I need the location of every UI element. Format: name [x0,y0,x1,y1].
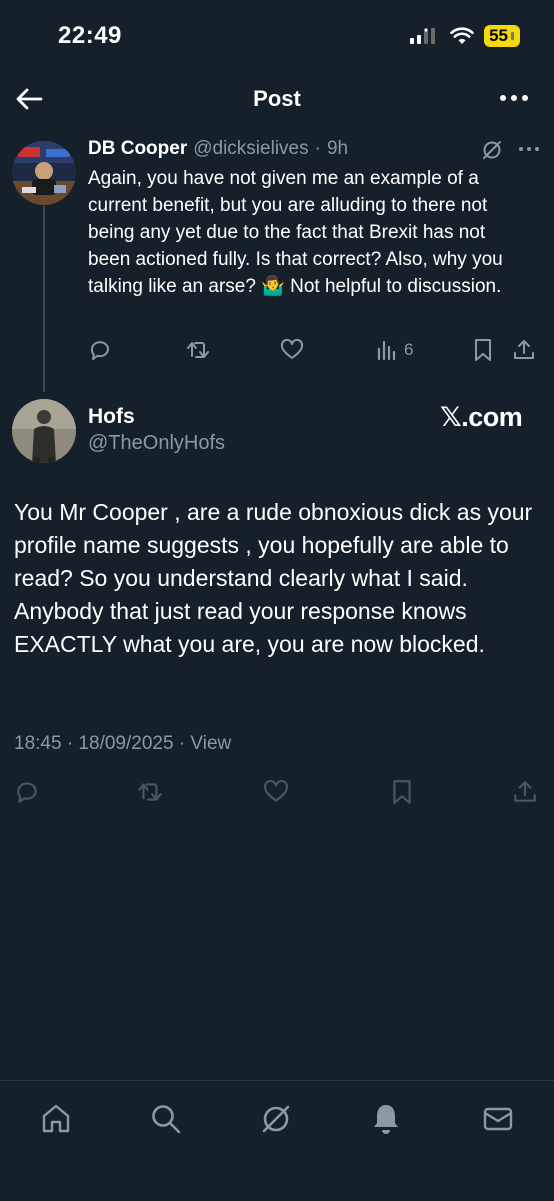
reply-header: DB Cooper @dicksielives · 9h [88,136,348,162]
share-icon [514,340,534,359]
repost-icon [138,783,162,801]
battery-nub [511,32,514,40]
reply-actions: 6 [88,338,538,364]
nav-search[interactable] [148,1101,184,1137]
nav-messages[interactable] [480,1101,516,1137]
bookmark-icon [475,339,491,361]
bottom-nav [0,1080,554,1201]
reply-more-button[interactable] [516,140,542,158]
main-author-name[interactable]: Hofs [88,405,135,429]
heart-icon [280,338,304,359]
views-button[interactable]: 6 [376,338,413,362]
signal-icon [410,28,436,44]
notifications-icon [374,1105,398,1134]
search-icon [152,1105,181,1134]
share-button[interactable] [512,338,536,362]
bookmark-icon [393,780,411,804]
battery-indicator: 55 [484,25,520,47]
more-horizontal-icon [500,95,528,101]
share-icon [514,781,536,802]
share-button[interactable] [512,779,538,805]
repost-button[interactable] [136,779,166,805]
reply-button[interactable] [14,779,40,805]
status-icons: 55 [410,24,520,48]
repost-icon [187,342,209,358]
wifi-icon [450,27,474,44]
more-horizontal-icon [519,147,539,151]
grok-icon [483,141,501,159]
author-name[interactable]: DB Cooper [88,138,187,160]
main-post-text: You Mr Cooper , are a rude obnoxious dic… [14,499,533,657]
nav-grok[interactable] [258,1101,294,1137]
nav-home[interactable] [38,1101,74,1137]
home-icon [42,1104,70,1133]
reply-icon [90,341,109,360]
views-count: 6 [404,340,414,359]
meta-separator: · [314,138,321,159]
x-watermark: 𝕏.com [440,402,523,432]
avatar-image [12,141,76,205]
heart-icon [264,779,288,802]
status-time: 22:49 [58,22,122,49]
repost-button[interactable] [186,338,212,362]
thread-line [43,206,45,392]
avatar-dbcooper[interactable] [12,141,76,205]
avatar-image [12,399,76,463]
avatar-hofs[interactable] [12,399,76,463]
grok-button[interactable] [480,138,504,162]
reply-icon [17,782,37,803]
bookmark-button[interactable] [472,338,494,362]
main-post-actions [14,779,540,805]
post-timestamp[interactable]: 18:45 · 18/09/2025 · View [14,733,231,755]
bookmark-button[interactable] [390,779,414,805]
views-icon [377,340,396,361]
author-handle[interactable]: @dicksielives [193,138,308,160]
post-age: 9h [326,138,349,159]
nav-notifications[interactable] [368,1101,404,1137]
messages-icon [483,1107,513,1131]
page-title: Post [253,86,301,111]
grok-icon [262,1105,290,1133]
more-options-button[interactable] [498,86,530,110]
like-button[interactable] [280,338,304,362]
battery-level: 55 [489,26,508,45]
reply-button[interactable] [88,338,112,362]
like-button[interactable] [262,779,290,805]
main-author-handle[interactable]: @TheOnlyHofs [88,432,225,455]
reply-text: Again, you have not given me an example … [88,168,503,297]
